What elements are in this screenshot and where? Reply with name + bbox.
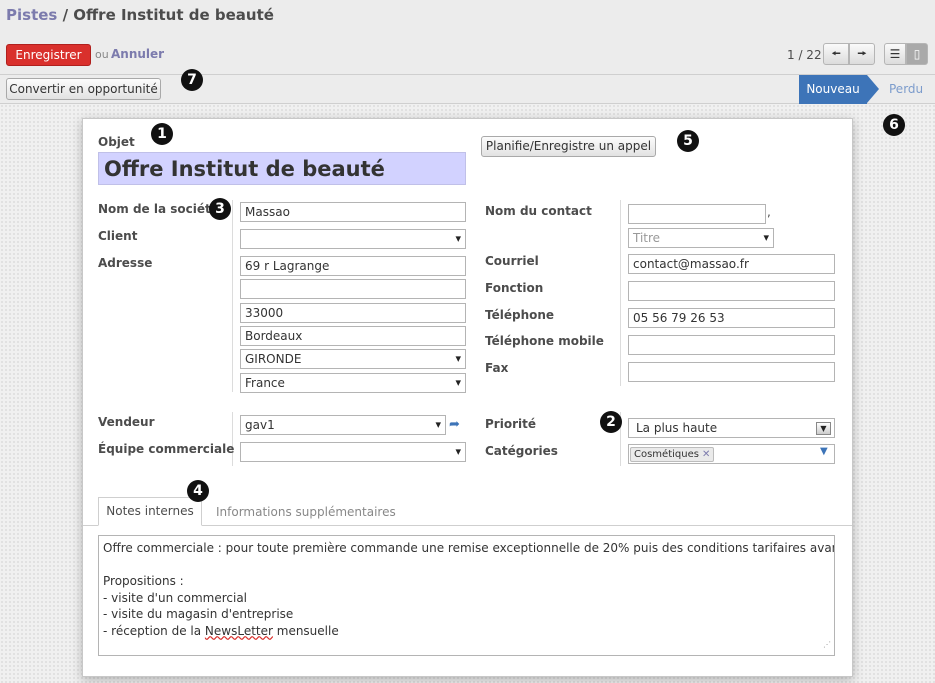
list-view-icon: ☰	[889, 47, 901, 61]
phone-input[interactable]: 05 56 79 26 53	[628, 308, 835, 328]
sales-team-label: Équipe commerciale	[98, 442, 235, 456]
mobile-label: Téléphone mobile	[485, 334, 604, 348]
arrow-left-icon: 🠘	[831, 47, 841, 60]
arrow-right-icon: 🠚	[857, 47, 867, 60]
notes-line: - visite du magasin d'entreprise	[103, 607, 294, 621]
cancel-link[interactable]: Annuler	[111, 47, 164, 61]
annotation-badge-7: 7	[181, 69, 203, 91]
list-view-button[interactable]: ☰	[884, 43, 906, 65]
address-label: Adresse	[98, 256, 153, 270]
contact-name-input[interactable]	[628, 204, 766, 224]
notes-line: Offre commerciale : pour toute première …	[103, 541, 835, 555]
dropdown-arrow-icon[interactable]: ▼	[820, 446, 828, 457]
annotation-badge-5: 5	[677, 130, 699, 152]
resize-grip-icon[interactable]: ⋰	[823, 637, 831, 654]
priority-select[interactable]: La plus haute ▼	[628, 418, 835, 438]
priority-value: La plus haute	[636, 421, 718, 435]
stage-nouveau[interactable]: Nouveau	[799, 75, 867, 104]
categories-label: Catégories	[485, 444, 558, 458]
notes-line: - visite d'un commercial	[103, 590, 247, 605]
column-divider	[232, 200, 233, 392]
notes-line: - réception de la NewsLetter mensuelle	[103, 623, 830, 640]
city-input[interactable]: Bordeaux	[240, 326, 466, 346]
objet-input[interactable]: Offre Institut de beauté	[98, 152, 466, 185]
save-button[interactable]: Enregistrer	[6, 44, 91, 66]
notes-line: Propositions :	[103, 574, 184, 588]
client-label: Client	[98, 229, 138, 243]
tab-notes-internes[interactable]: Notes internes	[98, 497, 202, 526]
breadcrumb-current: Offre Institut de beauté	[73, 6, 274, 24]
title-select[interactable]: Titre	[628, 228, 774, 248]
remove-tag-icon[interactable]: ✕	[702, 449, 710, 460]
contact-name-label: Nom du contact	[485, 204, 592, 218]
column-divider	[232, 412, 233, 466]
stage-perdu[interactable]: Perdu	[889, 75, 923, 104]
stage-arrow-icon	[867, 75, 879, 103]
sales-team-select[interactable]	[240, 442, 466, 462]
function-input[interactable]	[628, 281, 835, 301]
notes-line: ​	[103, 557, 830, 574]
tab-informations-supplementaires[interactable]: Informations supplémentaires	[216, 505, 396, 519]
notes-text: mensuelle	[272, 623, 339, 638]
schedule-call-button[interactable]: Planifie/Enregistre un appel	[481, 136, 656, 157]
external-link-icon[interactable]: ➦	[449, 417, 460, 432]
email-input[interactable]: contact@massao.fr	[628, 254, 835, 274]
or-text: ou	[95, 48, 109, 61]
annotation-badge-1: 1	[151, 123, 173, 145]
breadcrumb-parent-link[interactable]: Pistes	[6, 6, 57, 24]
fax-input[interactable]	[628, 362, 835, 382]
email-label: Courriel	[485, 254, 539, 268]
salesperson-select[interactable]: gav1	[240, 415, 446, 435]
street-input[interactable]: 69 r Lagrange	[240, 256, 466, 276]
category-tag: Cosmétiques ✕	[630, 447, 715, 462]
convert-to-opportunity-button[interactable]: Convertir en opportunité	[6, 78, 161, 100]
company-input[interactable]: Massao	[240, 202, 466, 222]
annotation-badge-4: 4	[187, 480, 209, 502]
state-select[interactable]: GIRONDE	[240, 349, 466, 369]
notes-text: - réception de la	[103, 623, 205, 638]
pager-previous-button[interactable]: 🠘	[823, 43, 849, 65]
misspelled-word: NewsLetter	[204, 623, 273, 638]
street2-input[interactable]	[240, 279, 466, 299]
column-divider	[620, 200, 621, 386]
form-view-button[interactable]: ▯	[906, 43, 928, 65]
breadcrumb: Pistes / Offre Institut de beauté	[6, 6, 274, 24]
salesperson-label: Vendeur	[98, 415, 155, 429]
company-label: Nom de la société	[98, 202, 219, 216]
function-label: Fonction	[485, 281, 544, 295]
phone-label: Téléphone	[485, 308, 555, 322]
objet-label: Objet	[98, 135, 135, 149]
mobile-input[interactable]	[628, 335, 835, 355]
form-view-icon: ▯	[913, 47, 921, 61]
priority-label: Priorité	[485, 417, 536, 431]
annotation-badge-3: 3	[209, 198, 231, 220]
pager-counter: 1 / 22	[787, 48, 822, 62]
internal-notes-textarea[interactable]: Offre commerciale : pour toute première …	[98, 535, 835, 656]
annotation-badge-2: 2	[600, 411, 622, 433]
breadcrumb-separator: /	[57, 6, 74, 24]
client-select[interactable]	[240, 229, 466, 249]
annotation-badge-6: 6	[883, 114, 905, 136]
comma-text: ,	[767, 205, 771, 219]
chevron-down-icon: ▼	[816, 422, 831, 435]
zip-input[interactable]: 33000	[240, 303, 466, 323]
fax-label: Fax	[485, 361, 509, 375]
pager-next-button[interactable]: 🠚	[849, 43, 875, 65]
category-tag-label: Cosmétiques	[634, 449, 699, 460]
country-select[interactable]: France	[240, 373, 466, 393]
